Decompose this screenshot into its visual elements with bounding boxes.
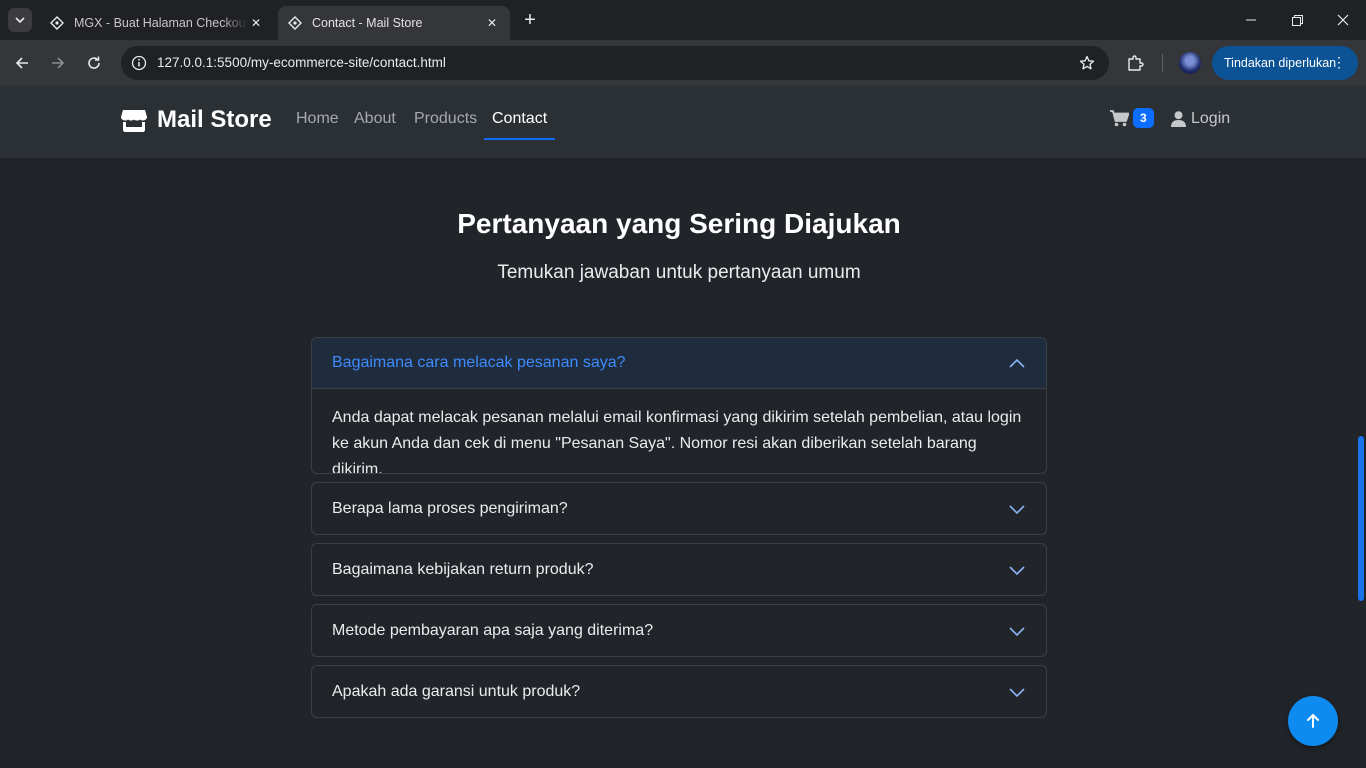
faq-question-button[interactable]: Metode pembayaran apa saja yang diterima… — [312, 605, 1046, 656]
action-required-button[interactable]: Tindakan diperlukan ⋮ — [1212, 46, 1358, 80]
faq-question-button[interactable]: Apakah ada garansi untuk produk? — [312, 666, 1046, 717]
browser-toolbar: 127.0.0.1:5500/my-ecommerce-site/contact… — [0, 40, 1366, 86]
cart-button[interactable]: 3 — [1110, 108, 1154, 128]
action-required-label: Tindakan diperlukan — [1224, 56, 1337, 70]
browser-tab-contact[interactable]: Contact - Mail Store ✕ — [278, 6, 510, 40]
faq-item: Apakah ada garansi untuk produk? — [311, 665, 1047, 718]
minimize-window-button[interactable] — [1228, 0, 1274, 40]
faq-question-text: Bagaimana kebijakan return produk? — [332, 560, 594, 578]
new-tab-button[interactable]: + — [520, 10, 540, 30]
faq-item: Metode pembayaran apa saja yang diterima… — [311, 604, 1047, 657]
faq-title: Pertanyaan yang Sering Diajukan — [457, 208, 901, 239]
back-to-top-button[interactable] — [1288, 696, 1338, 746]
site-navbar: Mail Store Home About Products Contact 3… — [0, 86, 1366, 158]
chevron-down-icon — [1009, 688, 1025, 698]
nav-contact-link[interactable]: Contact — [492, 110, 547, 128]
faq-subtitle: Temukan jawaban untuk pertanyaan umum — [497, 262, 861, 283]
back-button[interactable] — [9, 50, 35, 76]
cart-count-badge: 3 — [1133, 108, 1154, 128]
store-icon — [121, 110, 147, 132]
forward-button[interactable] — [45, 50, 71, 76]
login-link[interactable]: Login — [1171, 110, 1230, 128]
arrow-up-icon — [1307, 713, 1319, 728]
scrollbar-thumb[interactable] — [1358, 436, 1364, 601]
tab-search-button[interactable] — [8, 8, 32, 32]
faq-question-button[interactable]: Bagaimana cara melacak pesanan saya? — [312, 338, 1046, 389]
login-label: Login — [1191, 110, 1231, 127]
arrow-right-icon — [52, 57, 65, 69]
brand-name: Mail Store — [157, 106, 272, 133]
shopping-cart-icon — [1110, 109, 1129, 126]
site-favicon-icon — [288, 16, 302, 30]
faq-question-button[interactable]: Berapa lama proses pengiriman? — [312, 483, 1046, 534]
reload-button[interactable] — [81, 50, 107, 76]
close-icon — [1337, 14, 1349, 26]
site-info-icon[interactable] — [129, 53, 149, 73]
brand-logo[interactable]: Mail Store — [121, 106, 272, 134]
browser-tab-mgx[interactable]: MGX - Buat Halaman Checkout ✕ — [40, 6, 274, 40]
restore-icon — [1291, 14, 1303, 26]
faq-question-button[interactable]: Bagaimana kebijakan return produk? — [312, 544, 1046, 595]
address-bar[interactable]: 127.0.0.1:5500/my-ecommerce-site/contact… — [121, 46, 1109, 80]
page-scrollbar[interactable] — [1357, 436, 1366, 601]
faq-question-text: Bagaimana cara melacak pesanan saya? — [332, 354, 626, 371]
profile-avatar[interactable] — [1179, 52, 1201, 74]
nav-products-link[interactable]: Products — [414, 110, 477, 128]
chevron-down-icon — [1009, 505, 1025, 515]
close-tab-icon[interactable]: ✕ — [484, 16, 500, 30]
restore-window-button[interactable] — [1274, 0, 1320, 40]
faq-item: Berapa lama proses pengiriman? — [311, 482, 1047, 535]
nav-home-link[interactable]: Home — [296, 110, 339, 128]
chevron-down-icon — [1009, 566, 1025, 576]
faq-question-text: Metode pembayaran apa saja yang diterima… — [332, 621, 654, 639]
site-favicon-icon — [50, 16, 64, 30]
chevron-down-icon — [1009, 627, 1025, 637]
url-text: 127.0.0.1:5500/my-ecommerce-site/contact… — [157, 55, 446, 70]
faq-question-text: Berapa lama proses pengiriman? — [332, 499, 568, 517]
tab-title: MGX - Buat Halaman Checkout — [74, 16, 248, 30]
bookmark-star-icon[interactable] — [1077, 53, 1097, 73]
faq-question-text: Apakah ada garansi untuk produk? — [332, 682, 581, 700]
faq-item: Bagaimana kebijakan return produk? — [311, 543, 1047, 596]
minimize-icon — [1246, 19, 1256, 21]
faq-item: Bagaimana cara melacak pesanan saya? And… — [311, 337, 1047, 474]
active-nav-indicator — [484, 138, 555, 140]
browser-tab-strip: MGX - Buat Halaman Checkout ✕ Contact - … — [0, 0, 1366, 40]
arrow-left-icon — [15, 57, 28, 69]
chevron-up-icon — [1009, 358, 1025, 368]
toolbar-divider — [1162, 54, 1163, 72]
user-icon — [1171, 111, 1186, 127]
faq-answer: Anda dapat melacak pesanan melalui email… — [332, 409, 1022, 474]
close-window-button[interactable] — [1320, 0, 1366, 40]
extensions-puzzle-icon[interactable] — [1124, 52, 1146, 74]
chevron-down-icon — [15, 17, 25, 24]
more-options-icon: ⋮ — [1332, 54, 1346, 70]
close-tab-icon[interactable]: ✕ — [248, 16, 264, 30]
nav-about-link[interactable]: About — [354, 110, 396, 128]
reload-icon — [88, 56, 100, 69]
tab-title: Contact - Mail Store — [312, 16, 423, 30]
